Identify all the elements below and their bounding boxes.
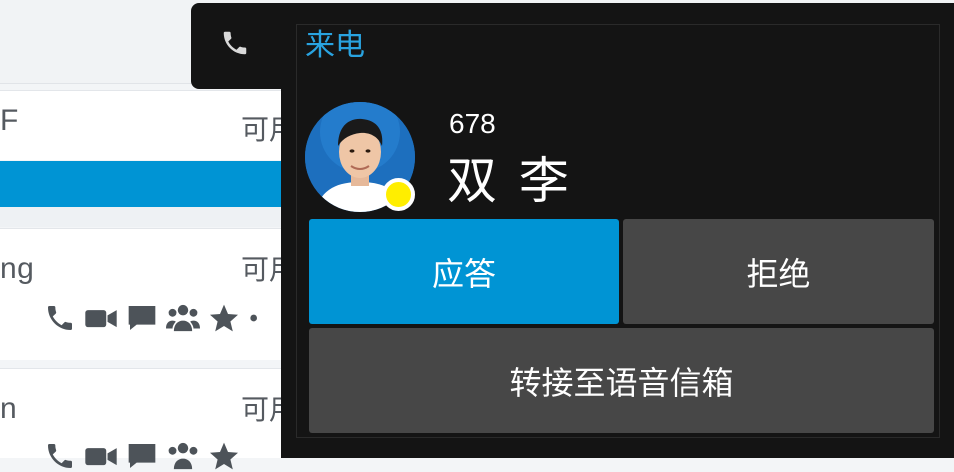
group-icon[interactable] bbox=[166, 440, 200, 472]
more-icon[interactable] bbox=[248, 302, 262, 334]
contact-actions bbox=[44, 440, 240, 472]
phone-icon[interactable] bbox=[44, 440, 76, 472]
presence-indicator bbox=[382, 178, 415, 211]
popup-title: 来电 bbox=[305, 29, 365, 62]
video-icon[interactable] bbox=[84, 440, 118, 472]
contact-name: n bbox=[0, 392, 18, 425]
phone-icon[interactable] bbox=[44, 302, 76, 334]
video-icon[interactable] bbox=[84, 302, 118, 334]
selected-row-highlight bbox=[0, 161, 290, 207]
star-icon[interactable] bbox=[208, 302, 240, 334]
answer-button[interactable]: 应答 bbox=[309, 219, 619, 324]
star-icon[interactable] bbox=[208, 440, 240, 472]
chat-icon[interactable] bbox=[126, 440, 158, 472]
contact-name: F bbox=[0, 104, 19, 137]
transfer-to-voicemail-button[interactable]: 转接至语音信箱 bbox=[309, 328, 934, 433]
caller-name: 双 李 bbox=[447, 153, 573, 209]
chat-icon[interactable] bbox=[126, 302, 158, 334]
row-divider bbox=[0, 207, 290, 227]
phone-icon bbox=[220, 28, 250, 58]
contact-name: ng bbox=[0, 252, 35, 285]
decline-button[interactable]: 拒绝 bbox=[623, 219, 934, 324]
caller-number: 678 bbox=[449, 108, 496, 139]
group-icon[interactable] bbox=[166, 302, 200, 334]
contact-actions bbox=[44, 302, 262, 334]
